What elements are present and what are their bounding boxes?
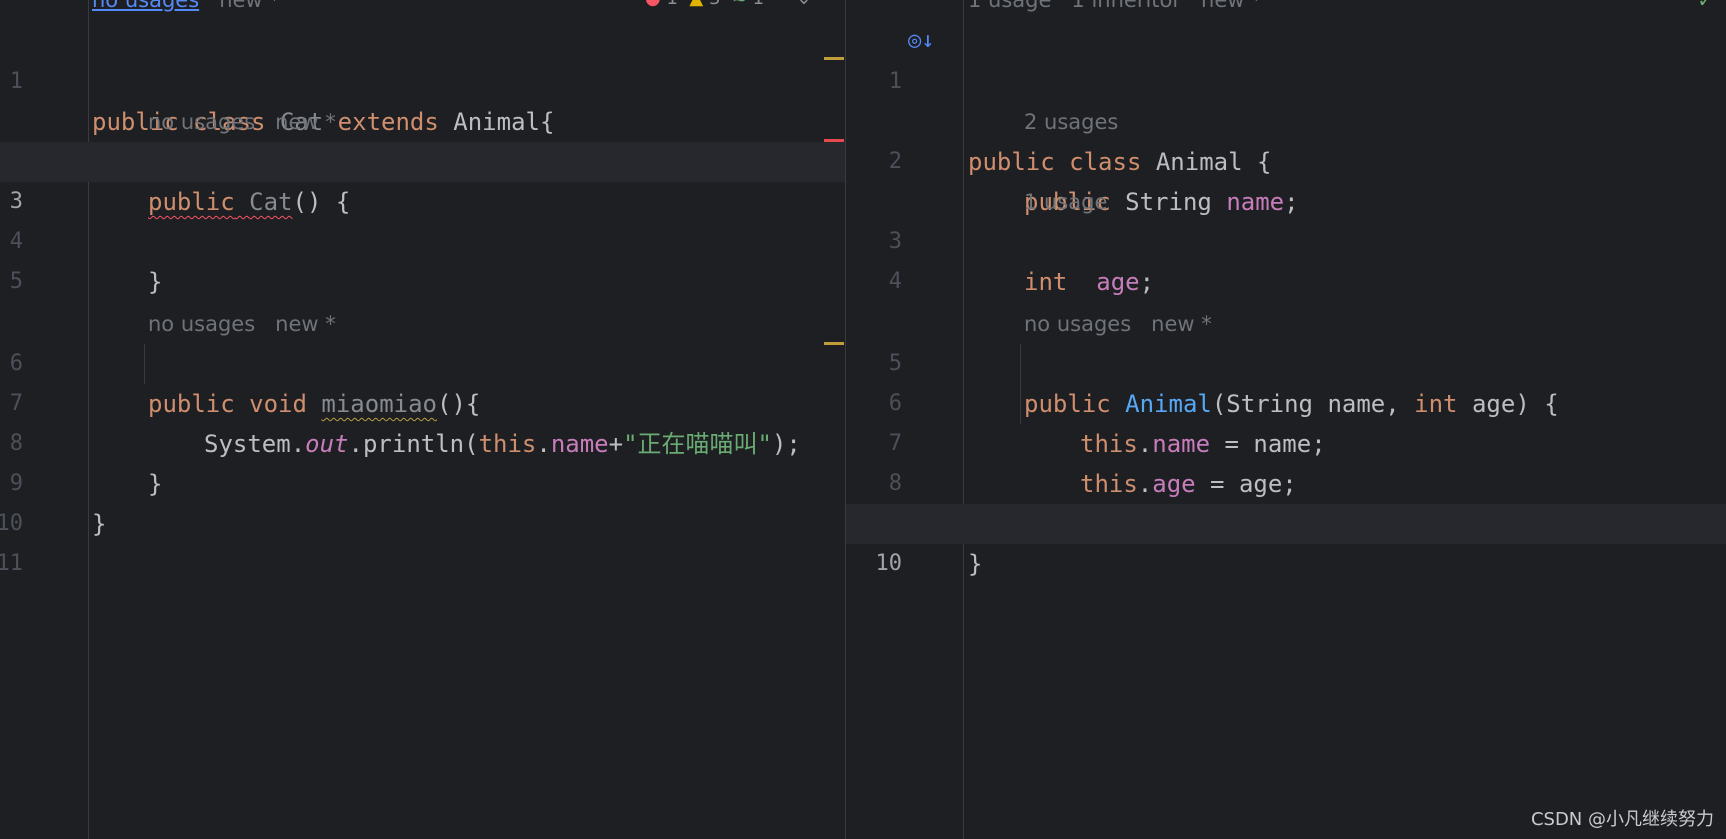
right-code-line-10-current[interactable]: 10 — [846, 504, 1726, 576]
left-code-line-2[interactable]: 2 public Cat() { — [0, 102, 845, 216]
left-top-codevision: no usages new * — [92, 0, 280, 12]
right-code-line-6[interactable]: 6 this.name = name; — [846, 344, 1726, 458]
indent-guide — [1020, 344, 1021, 424]
left-code-line-7[interactable]: 7 System.out.println(this.name+"正在喵喵叫"); — [0, 344, 845, 458]
left-code-line-8[interactable]: 8 } — [0, 384, 845, 498]
overridden-method-gutter-icon[interactable]: ◎↓ — [908, 21, 935, 61]
error-count: 1 — [666, 0, 677, 9]
left-code-line-6[interactable]: 6 public void miaomiao(){ — [0, 304, 845, 418]
right-codevision-hint[interactable]: 1 usage — [846, 142, 1726, 214]
left-codevision-hint[interactable]: no usages new * — [0, 264, 845, 336]
weak-warning-icon: ≈ — [732, 0, 747, 9]
warning-stripe-marker[interactable] — [824, 342, 844, 345]
left-top-new: new * — [219, 0, 280, 12]
warning-icon: ▲ — [689, 0, 703, 9]
line-number: 11 — [0, 551, 23, 576]
left-code-line-3-current[interactable]: 3 — [0, 142, 845, 214]
left-top-usages-link[interactable]: no usages — [92, 0, 199, 12]
right-codevision-hint[interactable]: 2 usages — [846, 62, 1726, 134]
error-icon: ● — [645, 0, 661, 9]
left-editor-pane[interactable]: no usages new * ● 1 ▲ 3 ≈ 1 ⌃ ⌄ 1 public… — [0, 0, 845, 839]
left-codevision-hint[interactable]: no usages new * — [0, 62, 845, 134]
warning-stripe-marker[interactable] — [824, 57, 844, 60]
weak-warning-count: 1 — [753, 0, 764, 9]
warning-count: 3 — [709, 0, 720, 9]
right-code-line-5[interactable]: 5 public Animal(String name, int age) { — [846, 304, 1726, 418]
right-code-line-2[interactable]: 2 public String name; — [846, 102, 1726, 216]
left-code-line-11[interactable]: 11 — [0, 504, 845, 576]
watermark-text: CSDN @小凡继续努力 — [1530, 809, 1714, 830]
right-codevision-hint[interactable]: no usages new * — [846, 264, 1726, 336]
right-code-line-9[interactable]: 9 } — [846, 464, 1726, 578]
left-code-line-5[interactable]: 5 — [0, 222, 845, 294]
left-code-line-9[interactable]: 9 } — [0, 424, 845, 538]
left-code-line-4[interactable]: 4 } — [0, 182, 845, 296]
right-code-line-1[interactable]: 1 ◎↓ public class Animal { — [846, 21, 1726, 176]
line-number: 10 — [875, 551, 903, 576]
right-code-line-3[interactable]: 3 int age; — [846, 182, 1726, 296]
inspection-widget[interactable]: ● 1 ▲ 3 ≈ 1 ⌃ ⌄ — [645, 0, 812, 9]
error-stripe-marker[interactable] — [824, 139, 844, 142]
indent-guide — [144, 344, 145, 384]
right-code-line-4[interactable]: 4 — [846, 222, 1726, 294]
right-code-line-7[interactable]: 7 this.age = age; — [846, 384, 1726, 498]
collapse-down-icon[interactable]: ⌄ — [796, 0, 811, 9]
right-top-codevision: 1 usage 1 inheritor new * — [968, 0, 1262, 12]
check-icon: ✓ — [1697, 0, 1714, 12]
left-code-line-1[interactable]: 1 public class Cat extends Animal{ — [0, 22, 845, 136]
right-editor-pane[interactable]: 1 usage 1 inheritor new * ✓ 1 ◎↓ public … — [846, 0, 1726, 839]
left-code-line-10[interactable]: 10 — [0, 464, 845, 536]
right-code-line-8[interactable]: 8 } — [846, 424, 1726, 538]
code-text: } — [968, 550, 983, 578]
collapse-up-icon[interactable]: ⌃ — [776, 0, 791, 9]
